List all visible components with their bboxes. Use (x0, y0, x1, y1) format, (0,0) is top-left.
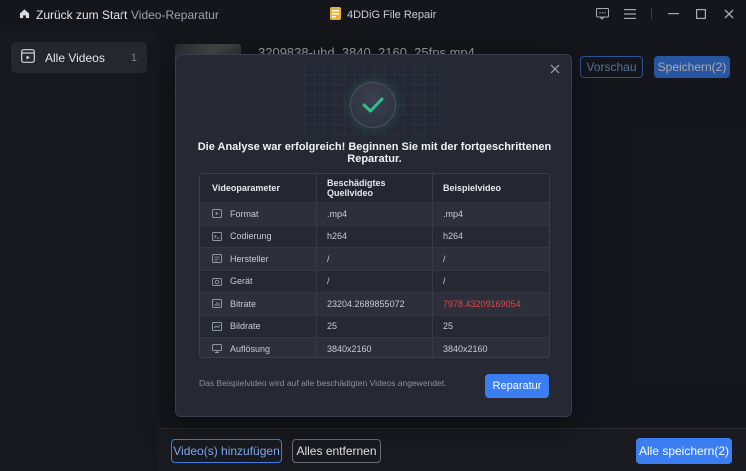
sample-value: .mp4 (443, 208, 464, 219)
param-name: Codierung (230, 231, 272, 242)
success-check-icon (350, 82, 396, 128)
home-icon (19, 8, 30, 22)
param-name: Gerät (230, 276, 253, 287)
param-name: Format (230, 208, 259, 219)
sample-value: / (443, 253, 446, 264)
close-dialog-icon[interactable] (548, 62, 562, 76)
back-label: Zurück zum Start (36, 8, 128, 22)
sample-value: 3840x2160 (443, 343, 488, 354)
manufacturer-icon (212, 254, 222, 264)
source-value: / (317, 248, 433, 270)
column-header: Beschädigtes Quellvideo (317, 174, 433, 202)
app-name: 4DDiG File Repair (330, 7, 436, 23)
sample-value: 25 (443, 321, 454, 332)
minimize-icon[interactable] (666, 7, 680, 21)
source-value: 3840x2160 (317, 338, 433, 357)
codec-icon (212, 231, 222, 241)
param-name: Bitrate (230, 298, 257, 309)
sample-value-mismatch: 7978.43209169054 (443, 298, 521, 309)
app-logo-icon (330, 7, 341, 23)
breadcrumb-current: Video-Reparatur (131, 8, 219, 22)
table-header-row: Videoparameter Beschädigtes Quellvideo B… (200, 174, 549, 202)
source-value: h264 (317, 225, 433, 247)
source-value: .mp4 (317, 203, 433, 225)
feedback-icon[interactable] (595, 7, 609, 21)
remove-all-button[interactable]: Alles entfernen (292, 439, 381, 463)
column-header: Beispielvideo (443, 183, 502, 193)
table-row: Format .mp4 .mp4 (200, 202, 549, 225)
framerate-icon (212, 321, 222, 331)
controls-divider (651, 8, 652, 20)
analysis-dialog: Die Analyse war erfolgreich! Beginnen Si… (175, 54, 572, 417)
sidebar-item-count: 1 (130, 51, 137, 64)
table-row: Bitrate 23204.2689855072 7978.4320916905… (200, 292, 549, 315)
source-value: 23204.2689855072 (317, 293, 433, 315)
param-name: Auflösung (230, 343, 271, 354)
camera-icon (212, 276, 222, 286)
param-name: Bildrate (230, 321, 261, 332)
repair-button[interactable]: Reparatur (485, 374, 549, 398)
table-row: Bildrate 25 25 (200, 314, 549, 337)
sidebar: Alle Videos 1 (0, 31, 158, 471)
breadcrumb-separator: / (120, 8, 124, 22)
dialog-title: Die Analyse war erfolgreich! Beginnen Si… (197, 141, 552, 165)
app-name-label: 4DDiG File Repair (347, 9, 437, 21)
bitrate-icon (212, 299, 222, 309)
parameter-table: Videoparameter Beschädigtes Quellvideo B… (199, 173, 550, 358)
close-window-icon[interactable] (722, 7, 736, 21)
sidebar-item-label: Alle Videos (45, 50, 105, 65)
maximize-icon[interactable] (694, 7, 708, 21)
table-row: Codierung h264 h264 (200, 224, 549, 247)
format-icon (212, 209, 222, 219)
window-controls (595, 7, 736, 21)
video-list-icon (21, 49, 35, 66)
add-videos-button[interactable]: Video(s) hinzufügen (171, 439, 282, 463)
table-row: Auflösung 3840x2160 3840x2160 (200, 337, 549, 357)
column-header: Videoparameter (200, 174, 317, 202)
back-to-start-link[interactable]: Zurück zum Start (19, 8, 127, 22)
sample-value: / (443, 276, 446, 287)
source-value: / (317, 270, 433, 292)
table-row: Gerät / / (200, 269, 549, 292)
menu-icon[interactable] (623, 7, 637, 21)
sidebar-item-all-videos[interactable]: Alle Videos 1 (11, 42, 147, 73)
title-bar: Zurück zum Start / Video-Reparatur 4DDiG… (0, 0, 746, 31)
resolution-icon (212, 344, 222, 354)
save-all-button[interactable]: Alle speichern(2) (636, 438, 732, 464)
source-value: 25 (317, 315, 433, 337)
sample-note: Das Beispielvideo wird auf alle beschädi… (199, 378, 447, 388)
sample-value: h264 (443, 231, 464, 242)
param-name: Hersteller (230, 253, 269, 264)
table-row: Hersteller / / (200, 247, 549, 270)
